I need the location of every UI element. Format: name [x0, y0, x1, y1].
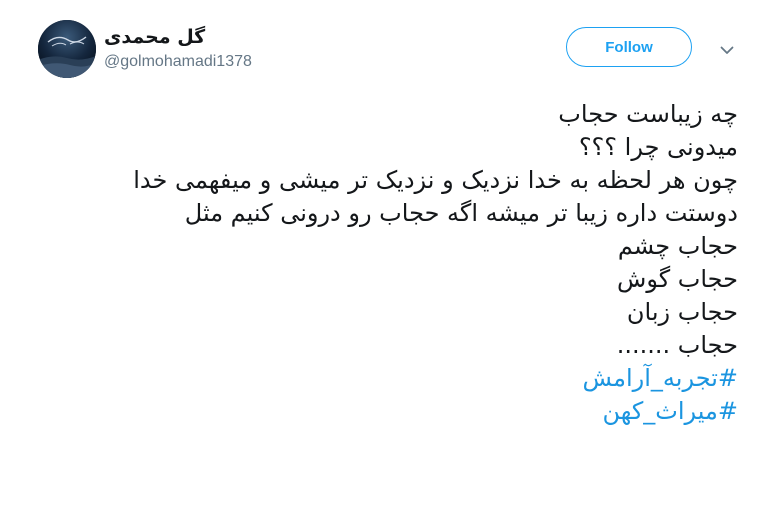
hashtag-link[interactable]: #میراث_کهن	[30, 395, 738, 428]
display-name[interactable]: گل محمدی	[104, 25, 254, 49]
tweet-card: گل محمدی @golmohamadi1378 Follow چه زیبا…	[0, 0, 776, 505]
tweet-line: چون هر لحظه به خدا نزدیک و نزدیک تر میشی…	[133, 166, 738, 194]
tweet-line: میدونی چرا ؟؟؟	[578, 133, 738, 161]
hashtag-symbol: #	[717, 397, 738, 425]
tweet-line: حجاب چشم	[617, 232, 738, 260]
tweet-line: چه زیباست حجاب	[558, 100, 738, 128]
chevron-down-icon[interactable]	[717, 40, 737, 60]
tweet-line: حجاب .......	[616, 331, 738, 359]
tweet-text: چه زیباست حجاب میدونی چرا ؟؟؟ چون هر لحظ…	[30, 98, 738, 428]
avatar-image	[38, 20, 96, 78]
hashtag-symbol: #	[717, 364, 738, 392]
tweet-line: حجاب زبان	[626, 298, 738, 326]
tweet-line: حجاب گوش	[617, 265, 738, 293]
tweet-line: دوستت داره زیبا تر میشه اگه حجاب رو درون…	[184, 199, 738, 227]
username[interactable]: @golmohamadi1378	[104, 52, 252, 72]
hashtag-text: تجربه_آرامش	[582, 364, 718, 392]
hashtag-text: میراث_کهن	[602, 397, 718, 425]
follow-button-label: Follow	[605, 38, 653, 56]
avatar[interactable]	[38, 20, 96, 78]
hashtag-link[interactable]: #تجربه_آرامش	[30, 362, 738, 395]
follow-button[interactable]: Follow	[566, 27, 692, 67]
